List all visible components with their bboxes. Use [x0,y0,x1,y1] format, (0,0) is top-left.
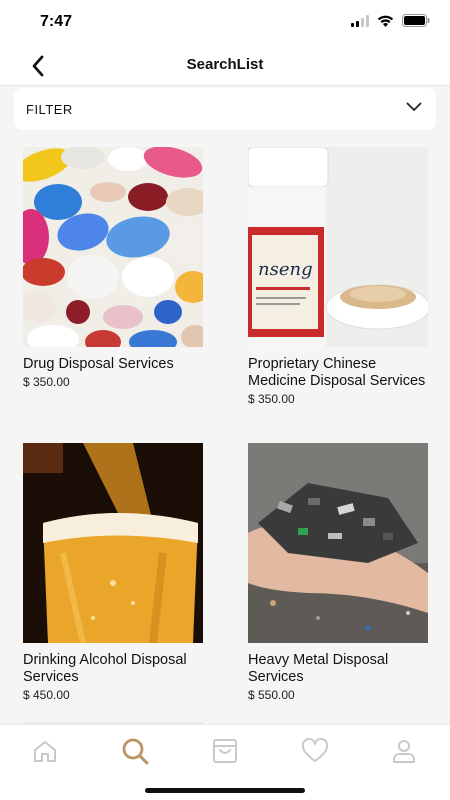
nav-bar: SearchList [0,44,450,86]
product-price: $ 350.00 [248,392,295,406]
product-image-metal-scrap [248,443,428,643]
product-name: Heavy Metal Disposal Services [248,652,389,685]
search-icon [122,738,149,765]
tab-favorites[interactable] [295,736,335,766]
tab-cart[interactable] [205,736,245,766]
product-price: $ 350.00 [23,375,70,389]
product-image-pills [23,147,203,347]
home-indicator [145,788,305,793]
product-price: $ 550.00 [248,688,295,702]
filter-label: FILTER [26,102,73,117]
tab-search[interactable] [115,736,155,766]
product-card[interactable]: Drug Disposal Services $ 350.00 [23,147,203,389]
svg-text:nseng: nseng [258,259,313,280]
status-icons [351,14,430,27]
home-icon [34,741,56,762]
product-image-medicine-bottle: nseng [248,147,428,347]
product-name: Drinking Alcohol Disposal Services [23,652,187,685]
chevron-down-icon [406,102,422,111]
heart-icon [301,738,329,762]
tab-home[interactable] [25,736,65,766]
signal-icon [351,14,369,27]
filter-dropdown[interactable]: FILTER [14,88,436,130]
battery-icon [402,14,430,27]
product-image-beer [23,443,203,643]
product-card[interactable]: Drinking Alcohol Disposal Services $ 450… [23,443,203,702]
product-name: Drug Disposal Services [23,356,174,372]
status-bar: 7:47 [0,0,450,44]
product-card[interactable]: nseng Proprietary Chinese Medicine Dispo… [248,147,428,406]
status-time: 7:47 [40,13,73,30]
product-grid: Drug Disposal Services $ 350.00 nseng Pr… [0,132,450,724]
wifi-icon [377,15,394,27]
shopping-bag-icon [213,739,237,763]
product-name: Proprietary Chinese Medicine Disposal Se… [248,356,426,389]
profile-icon [393,740,415,763]
page-title: SearchList [186,56,264,73]
product-card[interactable]: Heavy Metal Disposal Services $ 550.00 [248,443,428,702]
tab-profile[interactable] [384,736,424,766]
product-price: $ 450.00 [23,688,70,702]
